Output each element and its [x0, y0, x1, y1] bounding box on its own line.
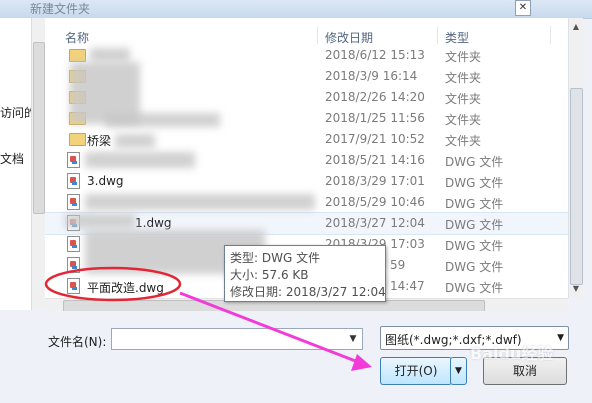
file-type: DWG 文件: [445, 176, 504, 190]
file-type: DWG 文件: [445, 260, 504, 274]
file-type: 文件夹: [445, 134, 482, 148]
file-date: 2018/5/21 14:16: [325, 153, 425, 167]
file-date: 2017/9/21 10:52: [325, 132, 425, 146]
blurred-name: [90, 48, 130, 62]
column-divider[interactable]: [317, 26, 318, 44]
open-button[interactable]: 打开(O): [380, 357, 452, 385]
nav-scrollbar-thumb[interactable]: [33, 42, 45, 214]
scroll-up-icon[interactable]: ▲: [569, 20, 583, 34]
file-type: DWG 文件: [445, 281, 504, 295]
chevron-down-icon[interactable]: ▼: [346, 329, 360, 349]
file-row[interactable]: 3.dwg 2018/3/29 17:01 DWG 文件: [45, 171, 568, 192]
file-type: DWG 文件: [445, 218, 504, 232]
dwg-file-icon: [67, 152, 80, 168]
file-type: 文件夹: [445, 92, 482, 106]
title-bar: 新建文件夹 ✕: [0, 0, 592, 19]
folder-icon: [69, 133, 86, 146]
file-date: 59: [390, 258, 406, 272]
column-divider[interactable]: [437, 26, 438, 44]
file-type: DWG 文件: [445, 155, 504, 169]
file-date: 2018/5/29 10:46: [325, 195, 425, 209]
window-title: 新建文件夹: [30, 2, 91, 16]
file-date: 2018/6/12 15:13: [325, 48, 425, 62]
dwg-file-icon: [67, 236, 80, 252]
blurred-name: [115, 134, 155, 148]
dwg-file-icon: [67, 173, 80, 189]
scrollbar-thumb[interactable]: [570, 88, 583, 285]
filename-input[interactable]: ▼: [111, 328, 363, 350]
file-date: 2018/1/25 11:56: [325, 111, 425, 125]
scroll-down-icon[interactable]: ▼: [569, 282, 583, 296]
file-list-scrollbar[interactable]: ▲ ▼: [568, 18, 583, 298]
column-header-date[interactable]: 修改日期: [325, 29, 373, 46]
tooltip-size: 大小: 57.6 KB: [230, 268, 309, 282]
blurred-name: [65, 214, 135, 228]
file-date: 2018/3/29 17:01: [325, 174, 425, 188]
file-type: 文件夹: [445, 113, 482, 127]
file-date: 2018/2/26 14:20: [325, 90, 425, 104]
dwg-file-icon: [67, 257, 80, 273]
file-type: 文件夹: [445, 71, 482, 85]
file-type: DWG 文件: [445, 239, 504, 253]
file-info-tooltip: 类型: DWG 文件 大小: 57.6 KB 修改日期: 2018/3/27 1…: [224, 245, 386, 302]
file-date: 14:47: [390, 279, 425, 293]
column-header-type[interactable]: 类型: [445, 29, 469, 46]
file-date: 2018/3/27 12:04: [325, 216, 425, 230]
nav-item-documents[interactable]: 文档: [0, 150, 24, 167]
close-icon[interactable]: ✕: [515, 0, 531, 16]
file-name: 平面改造.dwg: [87, 281, 164, 295]
dwg-file-icon: [67, 278, 80, 294]
filename-label: 文件名(N):: [48, 335, 107, 349]
file-name: 3.dwg: [87, 174, 124, 188]
nav-scrollbar[interactable]: [31, 18, 45, 310]
file-type: 文件夹: [445, 50, 482, 64]
file-name: 1.dwg: [135, 216, 172, 230]
watermark: Baidu经验: [470, 344, 554, 363]
file-type: DWG 文件: [445, 197, 504, 211]
dwg-file-icon: [67, 194, 80, 210]
column-divider[interactable]: [550, 26, 551, 44]
file-date: 2018/3/9 16:14: [325, 69, 418, 83]
blurred-name: [105, 113, 220, 127]
file-name: 桥梁: [87, 134, 112, 148]
column-header-name[interactable]: 名称: [65, 29, 89, 46]
tooltip-type: 类型: DWG 文件: [230, 251, 321, 265]
open-options-button[interactable]: ▼: [450, 357, 467, 385]
folder-icon: [69, 49, 86, 62]
tooltip-date: 修改日期: 2018/3/27 12:04: [230, 285, 386, 299]
chevron-down-icon[interactable]: ▼: [557, 333, 564, 343]
column-header: 名称 修改日期 类型: [45, 26, 568, 46]
blurred-name: [85, 194, 315, 210]
blurred-name: [85, 152, 195, 168]
